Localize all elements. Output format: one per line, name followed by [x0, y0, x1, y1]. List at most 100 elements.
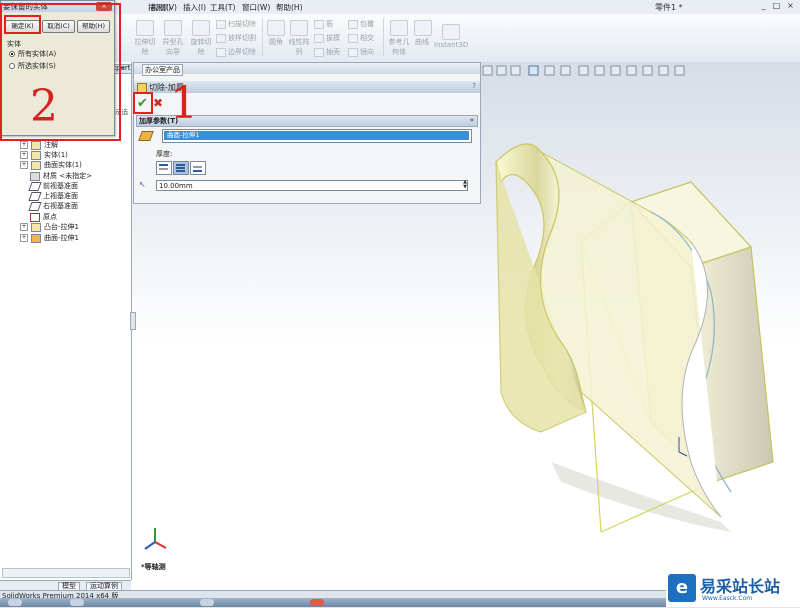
boundary-cut-icon: [216, 47, 226, 57]
pm-help-button[interactable]: ?: [472, 82, 476, 90]
surface-extrude-icon: [31, 233, 41, 243]
panel-splitter-handle[interactable]: [130, 312, 136, 330]
instant3d-icon: [442, 24, 460, 40]
annotation-number-2: 2: [30, 81, 58, 132]
collapse-icon[interactable]: «: [470, 116, 474, 124]
thicken-both-sides-button[interactable]: [173, 161, 189, 175]
menu-insert[interactable]: 插入(I): [183, 2, 206, 13]
menu-tools[interactable]: 工具(T): [210, 2, 235, 13]
thicken-side1-button[interactable]: [156, 161, 172, 175]
surface-selection-box[interactable]: 曲面-拉伸1: [162, 129, 472, 143]
linear-pattern-icon: [290, 20, 308, 36]
menu-view[interactable]: 视图(V): [151, 2, 177, 13]
annotations-icon: [31, 140, 41, 150]
tab-office-products[interactable]: 办公室产品: [142, 64, 183, 76]
expand-icon[interactable]: +: [20, 223, 28, 231]
minimize-button[interactable]: _: [758, 1, 769, 11]
annotation-number-1: 1: [170, 78, 198, 129]
taskbar-app-icon[interactable]: [200, 599, 214, 606]
draft-icon: [314, 33, 324, 43]
tree-item-material[interactable]: 材质 <未指定>: [30, 171, 92, 181]
taskbar-app-icon[interactable]: [70, 599, 84, 606]
taskbar-app-icon[interactable]: [8, 599, 22, 606]
curves-icon: [414, 20, 432, 36]
fillet-button[interactable]: 圆角: [266, 20, 286, 47]
extruded-cut-icon: [136, 20, 154, 36]
hole-wizard-icon: [164, 20, 182, 36]
tree-item-top-plane[interactable]: 上视基准面: [28, 191, 78, 201]
expand-icon[interactable]: +: [20, 141, 28, 149]
tree-item-annotations[interactable]: + 注解: [20, 140, 58, 150]
thicken-side2-button[interactable]: [190, 161, 206, 175]
thickness-input[interactable]: 10.00mm: [156, 180, 468, 191]
expand-icon[interactable]: +: [20, 234, 28, 242]
origin-icon: [30, 212, 40, 222]
spin-arrows-icon[interactable]: ▲ ▼: [461, 180, 469, 191]
mirror-icon: [348, 47, 358, 57]
wrap-icon: [348, 19, 358, 29]
plane-icon: [28, 181, 42, 191]
hole-wizard-button[interactable]: 异型孔向导: [160, 20, 186, 57]
plane-icon: [28, 201, 42, 211]
boundary-cut-button[interactable]: 边界切除: [216, 47, 256, 57]
surface-bodies-icon: [31, 160, 41, 170]
ribbon-divider: [262, 18, 263, 56]
taskbar-app-icon[interactable]: [310, 599, 324, 606]
menu-help[interactable]: 帮助(H): [276, 2, 303, 13]
tree-item-boss-extrude[interactable]: + 凸台-拉伸1: [20, 222, 79, 232]
swept-cut-button[interactable]: 扫描切除: [216, 19, 256, 29]
rib-icon: [314, 19, 324, 29]
close-window-button[interactable]: ×: [785, 1, 796, 11]
intersect-button[interactable]: 相交: [348, 33, 374, 43]
annotation-box-checkmark: [133, 92, 153, 114]
curves-button[interactable]: 曲线: [414, 20, 432, 47]
extruded-cut-button[interactable]: 拉伸切除: [134, 20, 156, 57]
shell-icon: [314, 47, 324, 57]
swept-cut-icon: [216, 19, 226, 29]
tree-item-solid-bodies[interactable]: + 实体(1): [20, 150, 68, 160]
watermark-logo-icon: e: [668, 574, 696, 602]
revolved-cut-button[interactable]: 旋转切除: [188, 20, 214, 57]
wrap-button[interactable]: 包覆: [348, 19, 374, 29]
fillet-icon: [267, 20, 285, 36]
material-icon: [30, 171, 40, 181]
selected-surface-item[interactable]: 曲面-拉伸1: [164, 131, 469, 140]
view-toolbar[interactable]: [482, 65, 685, 76]
site-watermark: e 易采站长站 Www.Easck.Com: [666, 571, 800, 607]
annotation-box-ok: [4, 15, 41, 34]
solid-bodies-icon: [31, 150, 41, 160]
shell-button[interactable]: 抽壳: [314, 47, 340, 57]
lofted-cut-icon: [216, 33, 226, 43]
watermark-text: 易采站长站: [700, 577, 781, 596]
tree-item-surface-extrude[interactable]: + 曲面-拉伸1: [20, 233, 79, 243]
horizontal-scrollbar[interactable]: [2, 568, 130, 578]
cancel-x-icon[interactable]: ✖: [153, 96, 163, 110]
depth-icon: ↖: [139, 180, 146, 189]
tree-item-right-plane[interactable]: 右视基准面: [28, 201, 78, 211]
tree-item-surface-bodies[interactable]: + 曲面实体(1): [20, 160, 82, 170]
expand-icon[interactable]: +: [20, 161, 28, 169]
lofted-cut-button[interactable]: 放样切割: [216, 33, 256, 43]
ribbon-divider: [383, 18, 384, 56]
tree-item-front-plane[interactable]: 前视基准面: [28, 181, 78, 191]
reference-geometry-button[interactable]: 参考几何体: [386, 20, 412, 57]
thickness-label: 厚度:: [156, 150, 173, 158]
revolved-cut-icon: [192, 20, 210, 36]
view-orientation-label: *等轴测: [141, 563, 166, 571]
linear-pattern-button[interactable]: 线性阵列: [288, 20, 310, 57]
watermark-subtext: Www.Easck.Com: [702, 595, 753, 602]
expand-icon[interactable]: +: [20, 151, 28, 159]
boss-extrude-icon: [31, 222, 41, 232]
instant3d-button[interactable]: Instant3D: [434, 24, 468, 49]
menu-window[interactable]: 窗口(W): [242, 2, 270, 13]
intersect-icon: [348, 33, 358, 43]
orientation-triad: [144, 528, 167, 550]
rib-button[interactable]: 筋: [314, 19, 333, 29]
maximize-button[interactable]: □: [771, 1, 782, 11]
mirror-button[interactable]: 镜向: [348, 47, 374, 57]
window-title: 零件1 *: [655, 3, 683, 12]
draft-button[interactable]: 拔模: [314, 33, 340, 43]
pm-tab-strip: xpert 办公室产品: [112, 63, 480, 76]
plane-icon: [28, 191, 42, 201]
tree-item-origin[interactable]: 原点: [30, 212, 57, 222]
